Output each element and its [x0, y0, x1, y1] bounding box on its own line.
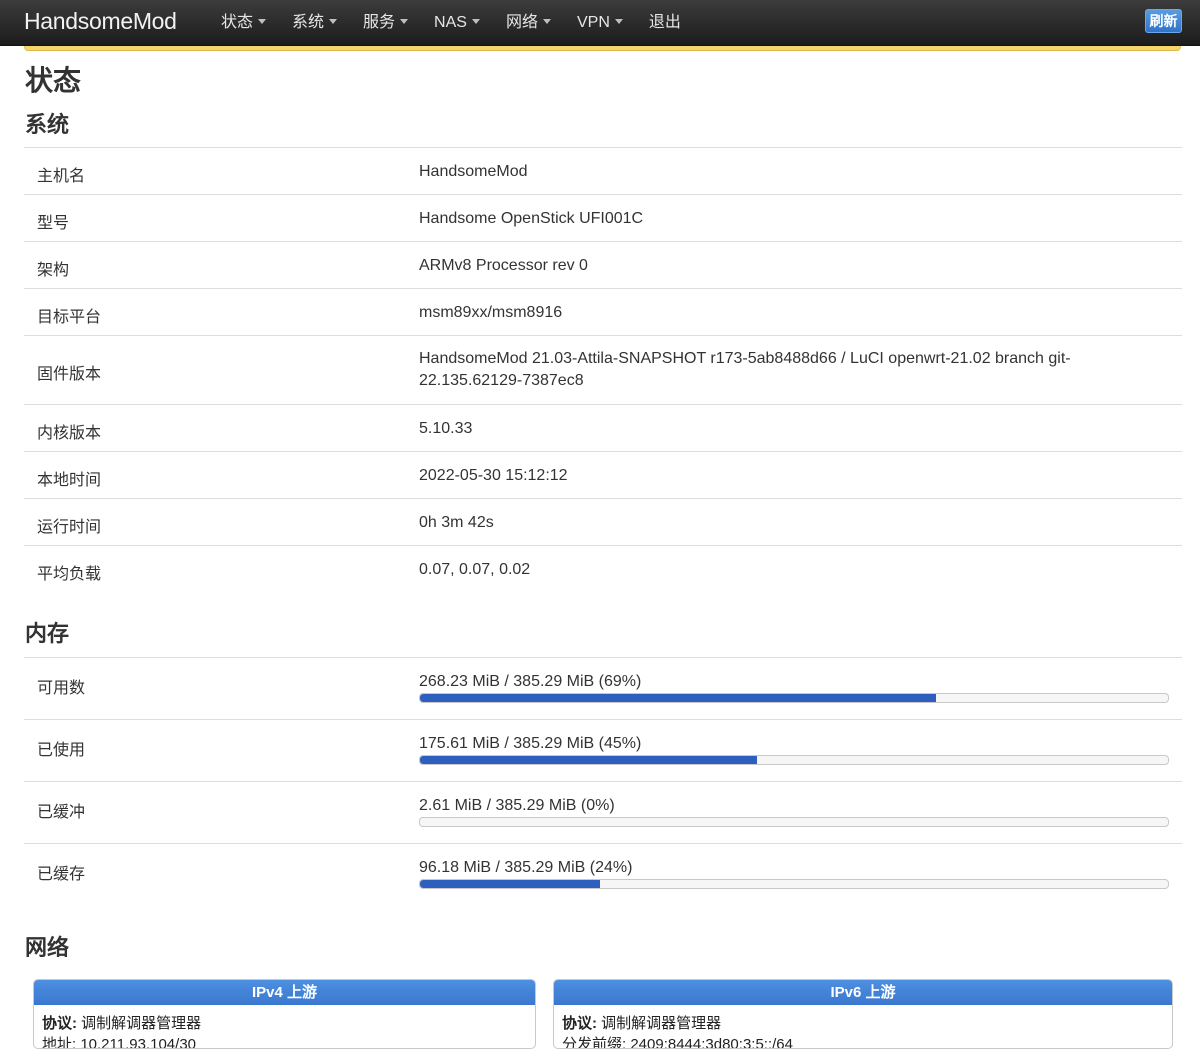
- table-row: 本地时间 2022-05-30 15:12:12: [24, 452, 1182, 499]
- row-label: 内核版本: [37, 425, 102, 442]
- menu-status-label: 状态: [221, 14, 254, 31]
- section-title-system: 系统: [25, 112, 70, 137]
- progress-track: [419, 879, 1169, 889]
- row-label: 运行时间: [37, 519, 102, 536]
- progress-fill: [420, 694, 937, 702]
- protocol-label: 协议:: [562, 1015, 597, 1032]
- row-value: 2022-05-30 15:12:12: [419, 467, 568, 484]
- table-row: 目标平台 msm89xx/msm8916: [24, 289, 1182, 336]
- menu-network-label: 网络: [505, 14, 538, 31]
- table-row: 平均负载 0.07, 0.07, 0.02: [24, 546, 1182, 593]
- chevron-down-icon: [542, 19, 551, 25]
- chevron-down-icon: [329, 19, 338, 25]
- row-label: 平均负载: [37, 566, 102, 583]
- progress-track: [419, 693, 1169, 703]
- progress-fill: [420, 880, 600, 888]
- menu-system-label: 系统: [292, 14, 325, 31]
- menu-network[interactable]: 网络: [506, 2, 551, 44]
- row-label: 架构: [37, 262, 70, 279]
- chevron-down-icon: [400, 19, 409, 25]
- card-header: IPv4 上游: [34, 980, 535, 1005]
- table-row: 已缓存 96.18 MiB / 385.29 MiB (24%): [24, 844, 1182, 906]
- table-row: 运行时间 0h 3m 42s: [24, 499, 1182, 546]
- memory-table: 可用数 268.23 MiB / 385.29 MiB (69%) 已使用 17…: [24, 657, 1182, 906]
- protocol-label: 协议:: [42, 1015, 77, 1032]
- row-label: 已缓存: [37, 866, 86, 883]
- card-header: IPv6 上游: [554, 980, 1172, 1005]
- row-label: 固件版本: [37, 366, 102, 383]
- row-value: 5.10.33: [419, 420, 473, 437]
- address-line: 地址: 10.211.93.104/30: [42, 1036, 196, 1049]
- menu-services-label: 服务: [363, 14, 396, 31]
- row-label: 已缓冲: [37, 804, 86, 821]
- menu-nas[interactable]: NAS: [434, 2, 480, 44]
- table-row: 固件版本 HandsomeMod 21.03-Attila-SNAPSHOT r…: [24, 336, 1182, 405]
- table-row: 内核版本 5.10.33: [24, 405, 1182, 452]
- main-menu: 状态 系统 服务 NAS 网络 VPN 退出: [221, 0, 707, 46]
- alert-strip: [24, 46, 1181, 51]
- table-row: 主机名 HandsomeMod: [24, 148, 1182, 195]
- protocol-line: 协议: 调制解调器管理器: [554, 1013, 1172, 1034]
- progress-text: 2.61 MiB / 385.29 MiB (0%): [419, 797, 615, 814]
- menu-logout[interactable]: 退出: [649, 2, 681, 44]
- row-value: Handsome OpenStick UFI001C: [419, 210, 644, 227]
- row-value: 0h 3m 42s: [419, 514, 494, 531]
- progress-text: 175.61 MiB / 385.29 MiB (45%): [419, 735, 642, 752]
- table-row: 架构 ARMv8 Processor rev 0: [24, 242, 1182, 289]
- row-label: 可用数: [37, 680, 86, 697]
- row-label: 主机名: [37, 168, 86, 185]
- progress-bar: 96.18 MiB / 385.29 MiB (24%): [419, 858, 1169, 889]
- table-row: 已缓冲 2.61 MiB / 385.29 MiB (0%): [24, 782, 1182, 844]
- menu-vpn-label: VPN: [576, 14, 610, 31]
- top-navbar: HandsomeMod 状态 系统 服务 NAS 网络 VPN 退出 刷新: [0, 0, 1200, 46]
- row-value: 0.07, 0.07, 0.02: [419, 561, 531, 578]
- protocol-value: 调制解调器管理器: [81, 1015, 202, 1032]
- brand-logo[interactable]: HandsomeMod: [24, 6, 177, 36]
- row-value: HandsomeMod: [419, 163, 528, 180]
- menu-system[interactable]: 系统: [292, 2, 338, 44]
- menu-logout-label: 退出: [648, 14, 681, 31]
- menu-vpn[interactable]: VPN: [577, 2, 623, 44]
- row-value: HandsomeMod 21.03-Attila-SNAPSHOT r173-5…: [419, 350, 1071, 389]
- row-value: msm89xx/msm8916: [419, 304, 563, 321]
- chevron-down-icon: [258, 19, 267, 25]
- table-row: 可用数 268.23 MiB / 385.29 MiB (69%): [24, 658, 1182, 720]
- progress-track: [419, 755, 1169, 765]
- protocol-line: 协议: 调制解调器管理器: [34, 1013, 535, 1034]
- table-row: 已使用 175.61 MiB / 385.29 MiB (45%): [24, 720, 1182, 782]
- menu-status[interactable]: 状态: [221, 2, 267, 44]
- row-label: 已使用: [37, 742, 86, 759]
- row-value: ARMv8 Processor rev 0: [419, 257, 588, 274]
- section-title-memory: 内存: [25, 621, 70, 646]
- table-row: 型号 Handsome OpenStick UFI001C: [24, 195, 1182, 242]
- page-title: 状态: [25, 65, 82, 96]
- section-title-network: 网络: [25, 935, 70, 960]
- refresh-button[interactable]: 刷新: [1145, 9, 1182, 33]
- menu-nas-label: NAS: [434, 14, 467, 31]
- prefix-line: 分发前缀: 2409:8444:3d80:3:5::/64: [562, 1036, 793, 1049]
- row-label: 目标平台: [37, 309, 102, 326]
- progress-bar: 175.61 MiB / 385.29 MiB (45%): [419, 734, 1169, 765]
- progress-bar: 268.23 MiB / 385.29 MiB (69%): [419, 672, 1169, 703]
- progress-text: 96.18 MiB / 385.29 MiB (24%): [419, 859, 633, 876]
- progress-track: [419, 817, 1169, 827]
- menu-services[interactable]: 服务: [363, 2, 409, 44]
- protocol-value: 调制解调器管理器: [601, 1015, 722, 1032]
- progress-fill: [420, 756, 757, 764]
- row-label: 本地时间: [37, 472, 102, 489]
- row-label: 型号: [37, 215, 70, 232]
- system-table: 主机名 HandsomeMod 型号 Handsome OpenStick UF…: [24, 147, 1182, 593]
- progress-text: 268.23 MiB / 385.29 MiB (69%): [419, 673, 642, 690]
- chevron-down-icon: [471, 19, 480, 25]
- progress-bar: 2.61 MiB / 385.29 MiB (0%): [419, 796, 1169, 827]
- chevron-down-icon: [614, 19, 623, 25]
